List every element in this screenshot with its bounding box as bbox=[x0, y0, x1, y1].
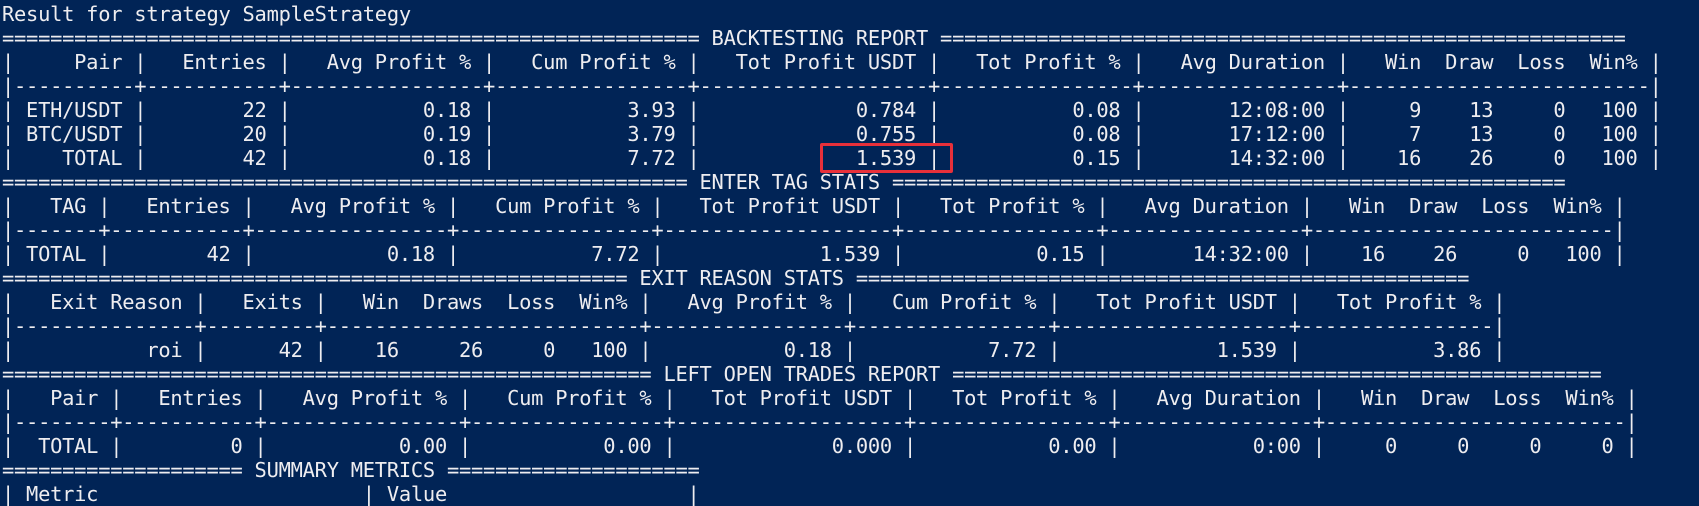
strategy-result-title: Result for strategy SampleStrategy bbox=[2, 2, 411, 26]
highlight-box bbox=[820, 143, 953, 173]
left-open-row-total: | TOTAL | 0 | 0.00 | 0.00 | 0.000 | 0.00… bbox=[2, 434, 1638, 458]
left-open-trades-header: ========================================… bbox=[2, 362, 1602, 386]
backtesting-table-separator: |----------+-----------+----------------… bbox=[2, 74, 1662, 98]
enter-tag-table-header: | TAG | Entries | Avg Profit % | Cum Pro… bbox=[2, 194, 1626, 218]
terminal-output: Result for strategy SampleStrategy ======… bbox=[2, 2, 1662, 506]
summary-metrics-header: ==================== SUMMARY METRICS ===… bbox=[2, 458, 700, 482]
backtesting-table-header: | Pair | Entries | Avg Profit % | Cum Pr… bbox=[2, 50, 1662, 74]
exit-reason-row-roi: | roi | 42 | 16 26 0 100 | 0.18 | 7.72 |… bbox=[2, 338, 1506, 362]
exit-reason-table-separator: |---------------+---------+-------------… bbox=[2, 314, 1506, 338]
enter-tag-row-total: | TOTAL | 42 | 0.18 | 7.72 | 1.539 | 0.1… bbox=[2, 242, 1626, 266]
exit-reason-table-header: | Exit Reason | Exits | Win Draws Loss W… bbox=[2, 290, 1506, 314]
enter-tag-table-separator: |-------+-----------+----------------+--… bbox=[2, 218, 1626, 242]
summary-metrics-table-header: | Metric | Value | bbox=[2, 482, 700, 506]
backtesting-row-eth: | ETH/USDT | 22 | 0.18 | 3.93 | 0.784 | … bbox=[2, 98, 1662, 122]
exit-reason-stats-header: ========================================… bbox=[2, 266, 1470, 290]
left-open-table-separator: |--------+-----------+----------------+-… bbox=[2, 410, 1638, 434]
backtesting-report-header: ========================================… bbox=[2, 26, 1626, 50]
enter-tag-stats-header: ========================================… bbox=[2, 170, 1566, 194]
left-open-table-header: | Pair | Entries | Avg Profit % | Cum Pr… bbox=[2, 386, 1638, 410]
